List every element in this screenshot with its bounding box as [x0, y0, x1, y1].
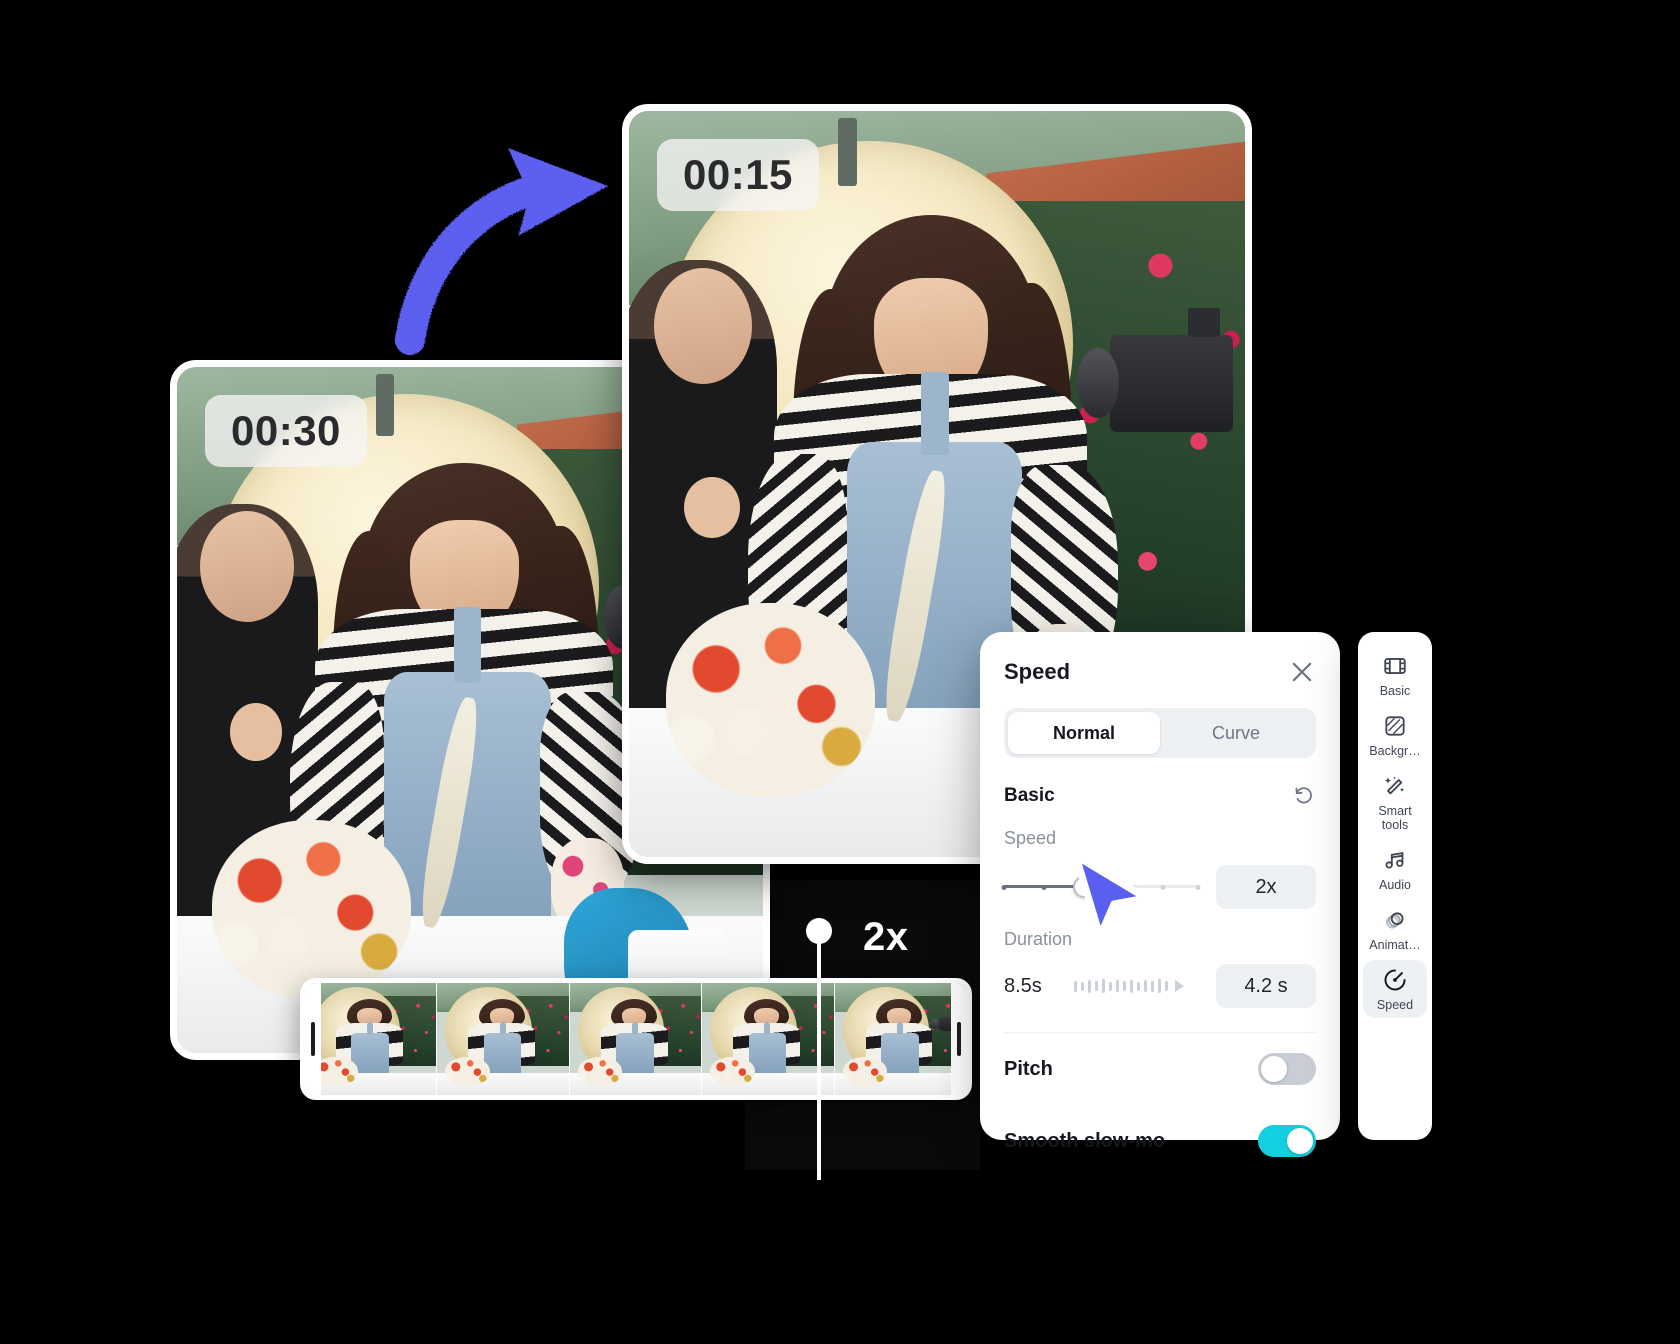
music-note-icon — [1382, 847, 1408, 873]
tools-sidebar: Basic Backgr… Smart tools Audio Animat… … — [1358, 632, 1432, 1140]
pitch-toggle[interactable] — [1258, 1053, 1316, 1085]
smooth-slowmo-label: Smooth slow-mo — [1004, 1129, 1166, 1152]
filmstrip-thumbnail[interactable] — [305, 983, 438, 1095]
speed-value[interactable]: 2x — [1216, 865, 1316, 909]
filmstrip-icon — [1382, 653, 1408, 679]
speed-slider-row: 2x — [1001, 865, 1316, 909]
trim-handle-left[interactable] — [305, 983, 321, 1095]
sidebar-item-background[interactable]: Backgr… — [1363, 706, 1427, 764]
sidebar-item-audio[interactable]: Audio — [1363, 840, 1427, 898]
reset-icon[interactable] — [1292, 784, 1316, 808]
playhead-handle[interactable] — [806, 918, 832, 944]
sidebar-item-speed[interactable]: Speed — [1363, 960, 1427, 1018]
filmstrip-thumbnail[interactable] — [569, 983, 703, 1095]
duration-field-label: Duration — [1004, 929, 1073, 949]
pitch-row: Pitch — [1004, 1033, 1316, 1105]
sidebar-item-animation[interactable]: Animat… — [1363, 900, 1427, 958]
animation-icon — [1382, 907, 1408, 933]
trim-handle-right[interactable] — [951, 983, 967, 1095]
sidebar-item-smart-tools[interactable]: Smart tools — [1363, 766, 1427, 838]
composition-root: 00:30 2x 00:15 Speed Normal Curve Basic … — [0, 0, 1680, 1344]
speed-field-label: Speed — [1004, 828, 1057, 848]
tab-normal[interactable]: Normal — [1008, 712, 1160, 754]
sidebar-label-smart-tools: Smart tools — [1378, 804, 1412, 832]
tab-curve[interactable]: Curve — [1160, 712, 1312, 754]
panel-title: Speed — [1004, 659, 1071, 684]
timeline-speed-label: 2x — [863, 915, 909, 959]
speed-panel-header: Speed — [1004, 658, 1316, 686]
sidebar-item-basic[interactable]: Basic — [1363, 646, 1427, 704]
curved-arrow-icon — [395, 148, 608, 355]
timestamp-badge-back: 00:30 — [205, 395, 367, 467]
speedometer-icon — [1382, 967, 1408, 993]
playhead-line — [817, 940, 821, 1180]
basic-section-header: Basic — [1004, 784, 1316, 808]
pitch-label: Pitch — [1004, 1057, 1053, 1080]
duration-original-value: 8.5s — [1004, 974, 1042, 997]
duration-row: 8.5s 4.2 s — [1004, 964, 1316, 1008]
filmstrip-thumbnail[interactable] — [702, 983, 835, 1095]
section-title-basic: Basic — [1004, 785, 1055, 806]
sidebar-label-speed: Speed — [1376, 998, 1414, 1012]
sidebar-label-basic: Basic — [1379, 684, 1411, 698]
filmstrip-thumbnail[interactable] — [437, 983, 570, 1095]
close-icon[interactable] — [1288, 658, 1316, 686]
magic-wand-icon — [1382, 773, 1408, 799]
duration-new-value[interactable]: 4.2 s — [1216, 964, 1316, 1008]
speed-mode-tabs[interactable]: Normal Curve — [1004, 708, 1316, 758]
speed-panel: Speed Normal Curve Basic Speed 2x Durati… — [980, 632, 1340, 1157]
sidebar-label-audio: Audio — [1379, 878, 1411, 892]
timeline-filmstrip[interactable] — [300, 978, 972, 1100]
mouse-cursor-pointer — [1072, 852, 1150, 940]
timestamp-badge-front: 00:15 — [657, 139, 819, 211]
smooth-slowmo-toggle[interactable] — [1258, 1125, 1316, 1157]
background-icon — [1382, 713, 1408, 739]
smooth-slowmo-row: Smooth slow-mo — [1004, 1105, 1316, 1177]
sidebar-label-animation: Animat… — [1369, 938, 1421, 952]
filmstrip-thumbnail[interactable] — [834, 983, 967, 1095]
duration-ticks-icon — [1074, 976, 1202, 996]
sidebar-label-background: Backgr… — [1369, 744, 1421, 758]
